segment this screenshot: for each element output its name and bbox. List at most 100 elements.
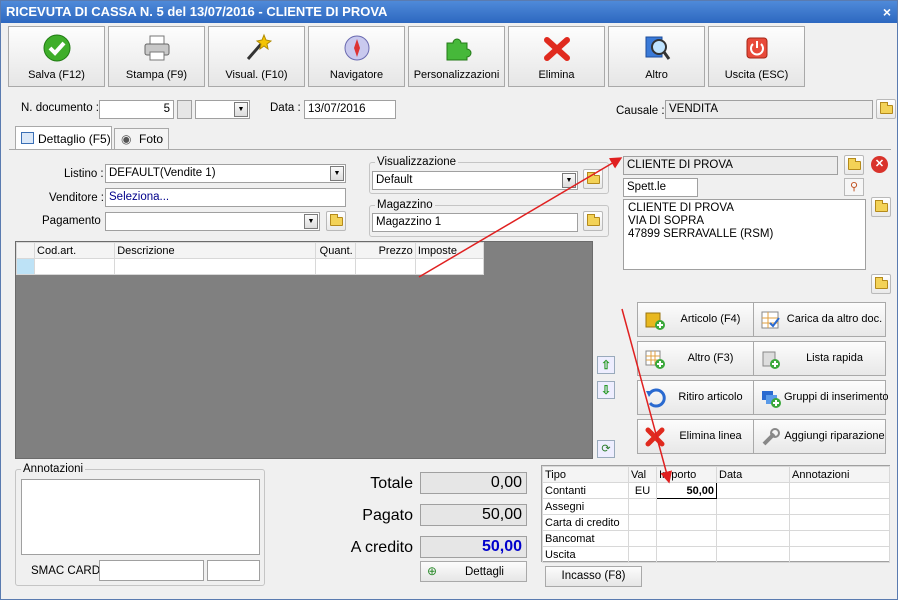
view-button[interactable]: Visual. (F10) <box>208 26 305 87</box>
column-header[interactable]: Annotazioni <box>789 466 890 483</box>
folder-icon <box>587 172 600 184</box>
folder-icon <box>848 158 861 170</box>
address-line: VIA DI SOPRA <box>628 215 705 227</box>
check-icon <box>43 34 70 62</box>
table-row[interactable]: Bancomat <box>542 530 890 547</box>
tab-foto[interactable]: ◉ Foto <box>114 128 169 149</box>
insert-groups-button[interactable]: Gruppi di inserimento <box>753 380 889 415</box>
quick-list-label: Lista rapida <box>806 352 863 364</box>
notes-label: Annotazioni <box>21 463 86 475</box>
save-button[interactable]: Salva (F12) <box>8 26 105 87</box>
doc-series-select[interactable]: ▼ <box>195 100 250 119</box>
print-button[interactable]: Stampa (F9) <box>108 26 205 87</box>
view-label: Visual. (F10) <box>225 69 288 81</box>
magic-wand-icon <box>246 33 272 60</box>
notes-textarea[interactable] <box>21 479 260 555</box>
delete-icon <box>543 37 570 61</box>
folder-icon <box>330 214 343 226</box>
calendar-icon <box>21 132 34 144</box>
customer-name-field: CLIENTE DI PROVA <box>623 156 838 175</box>
incasso-button[interactable]: Incasso (F8) <box>545 566 642 587</box>
table-row[interactable]: Assegni <box>542 498 890 515</box>
address-folder-button[interactable] <box>871 197 891 217</box>
move-down-icon[interactable]: ⇩ <box>597 381 615 399</box>
customer-folder-button[interactable] <box>844 155 864 175</box>
paid-value: 50,00 <box>420 504 527 526</box>
table-row[interactable]: Carta di credito <box>542 514 890 531</box>
add-repair-button[interactable]: Aggiungi riparazione <box>753 419 886 454</box>
group-add-icon <box>762 391 781 408</box>
pagamento-folder-button[interactable] <box>326 211 346 231</box>
printer-icon <box>144 35 169 61</box>
smac-card-extra-field[interactable] <box>207 560 260 581</box>
chevron-down-icon: ▼ <box>330 166 344 181</box>
payments-table: Tipo Val Importo Data Annotazioni Contan… <box>542 466 890 563</box>
table-row[interactable]: Uscita <box>542 546 890 563</box>
payments-grid[interactable]: Tipo Val Importo Data Annotazioni Contan… <box>541 465 890 563</box>
doc-number-spin[interactable] <box>177 100 192 119</box>
delete-line-label: Elimina linea <box>679 430 742 442</box>
table-row[interactable] <box>15 258 485 275</box>
title-bar: RICEVUTA DI CASSA N. 5 del 13/07/2016 - … <box>1 1 897 23</box>
column-header[interactable]: Tipo <box>542 466 629 483</box>
load-other-doc-button[interactable]: Carica da altro doc. <box>753 302 886 337</box>
insert-groups-label: Gruppi di inserimento <box>784 391 889 403</box>
address-line: 47899 SERRAVALLE (RSM) <box>628 228 774 240</box>
column-header[interactable]: Imposte <box>414 242 485 259</box>
doc-number-field[interactable]: 5 <box>99 100 174 119</box>
folder-icon <box>875 277 888 289</box>
magazzino-folder-button[interactable] <box>583 211 603 231</box>
exit-button[interactable]: Uscita (ESC) <box>708 26 805 87</box>
add-repair-label: Aggiungi riparazione <box>784 430 885 442</box>
column-header[interactable]: Cod.art. <box>34 242 116 259</box>
smac-card-label: SMAC CARD <box>31 565 101 577</box>
navigator-button[interactable]: Navigatore <box>308 26 405 87</box>
doc-number-label: N. documento : <box>21 102 99 114</box>
magazzino-field[interactable]: Magazzino 1 <box>372 213 578 232</box>
tab-dettaglio[interactable]: Dettaglio (F5) <box>15 126 112 150</box>
table-row[interactable]: Contanti EU 50,00 <box>542 482 890 499</box>
window: RICEVUTA DI CASSA N. 5 del 13/07/2016 - … <box>0 0 898 600</box>
column-header[interactable]: Prezzo <box>354 242 416 259</box>
quick-list-button[interactable]: Lista rapida <box>753 341 886 376</box>
venditore-field[interactable]: Seleziona... <box>105 188 346 207</box>
visualizzazione-select[interactable]: Default ▼ <box>372 171 578 190</box>
load-other-doc-label: Carica da altro doc. <box>786 313 883 325</box>
column-header[interactable]: Data <box>716 466 790 483</box>
payment-amount[interactable]: 50,00 <box>656 482 717 499</box>
customer-search-icon[interactable]: ⚲ <box>844 178 864 196</box>
date-field[interactable]: 13/07/2016 <box>304 100 396 119</box>
column-header[interactable]: Quant. <box>314 242 356 259</box>
add-other-button[interactable]: Altro (F3) <box>637 341 754 376</box>
move-up-icon[interactable]: ⇧ <box>597 356 615 374</box>
smac-card-field[interactable] <box>99 560 204 581</box>
more-label: Altro <box>645 69 668 81</box>
visualizzazione-folder-button[interactable] <box>583 169 603 189</box>
causale-folder-button[interactable] <box>876 99 896 119</box>
add-other-label: Altro (F3) <box>687 352 734 364</box>
magazzino-label: Magazzino <box>375 199 435 211</box>
delete-line-button[interactable]: Elimina linea <box>637 419 754 454</box>
customer-title-field[interactable]: Spett.le <box>623 178 698 197</box>
puzzle-icon <box>446 38 471 61</box>
customize-button[interactable]: Personalizzazioni <box>408 26 505 87</box>
delete-button[interactable]: Elimina <box>508 26 605 87</box>
return-article-button[interactable]: Ritiro articolo <box>637 380 754 415</box>
pagamento-select[interactable]: ▼ <box>105 212 320 231</box>
customize-label: Personalizzazioni <box>413 69 500 81</box>
wrench-icon <box>762 428 780 446</box>
clear-customer-icon[interactable]: ✕ <box>871 156 888 173</box>
delete-label: Elimina <box>538 69 575 81</box>
column-header[interactable]: Descrizione <box>114 242 316 259</box>
add-article-label: Articolo (F4) <box>680 313 741 325</box>
more-button[interactable]: Altro <box>608 26 705 87</box>
extra-folder-button[interactable] <box>871 274 891 294</box>
column-header[interactable]: Importo <box>656 466 717 483</box>
customer-address-box[interactable]: CLIENTE DI PROVA VIA DI SOPRA 47899 SERR… <box>623 199 866 270</box>
add-article-button[interactable]: Articolo (F4) <box>637 302 754 337</box>
refresh-icon[interactable]: ⟳ <box>597 440 615 458</box>
details-button[interactable]: ⊕ Dettagli <box>420 561 527 582</box>
column-header[interactable]: Val <box>628 466 657 483</box>
close-icon[interactable]: × <box>883 1 891 23</box>
listino-select[interactable]: DEFAULT(Vendite 1) ▼ <box>105 164 346 183</box>
